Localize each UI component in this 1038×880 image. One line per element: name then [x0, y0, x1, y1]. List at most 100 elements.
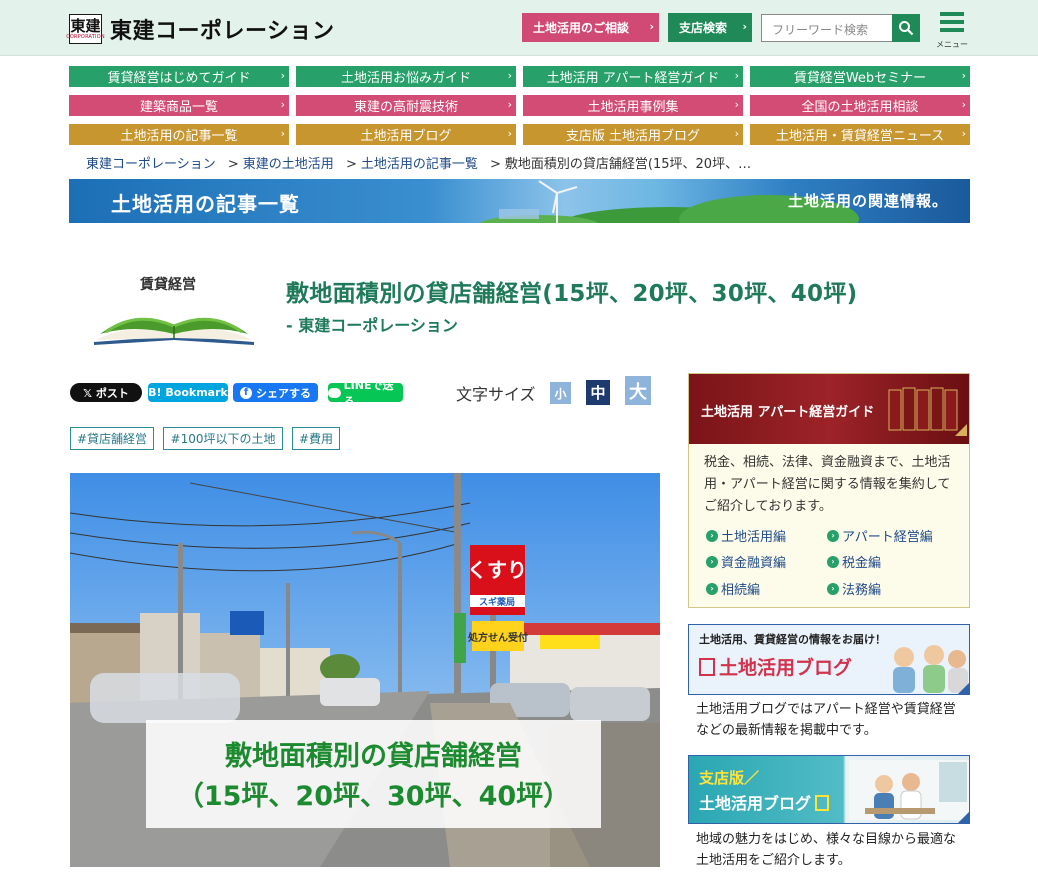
branch-blog-description: 地域の魅力をはじめ、様々な目線から最適な土地活用をご紹介します。: [696, 832, 957, 868]
nav-item-blog[interactable]: 土地活用ブログ ›: [296, 124, 516, 145]
breadcrumb-current: 敷地面積別の貸店舗経営(15坪、20坪、…: [504, 157, 752, 172]
chevron-right-icon: ›: [280, 98, 285, 111]
facebook-icon: f: [240, 386, 252, 399]
nav-label: 東建の高耐震技術: [353, 100, 458, 115]
arrow-right-icon: ›: [706, 582, 718, 595]
nav-item-land-guide[interactable]: 土地活用お悩みガイド ›: [296, 66, 516, 87]
nav-item-consultation[interactable]: 全国の土地活用相談 ›: [750, 95, 970, 116]
share-x-button[interactable]: 𝕏 ポスト: [70, 383, 142, 402]
breadcrumb-separator: >: [490, 157, 501, 172]
nav-label: 全国の土地活用相談: [801, 100, 919, 115]
branch-blog-banner[interactable]: 支店版／ 土地活用ブログ: [688, 755, 970, 824]
guide-link-inheritance[interactable]: › 相続編: [706, 579, 760, 598]
nav-label: 賃貸経営はじめてガイド: [107, 71, 251, 86]
search-button[interactable]: [892, 14, 920, 42]
arrow-right-icon: ›: [827, 529, 839, 542]
nav-item-seismic[interactable]: 東建の高耐震技術 ›: [296, 95, 516, 116]
apartment-guide-box: 土地活用 アパート経営ガイド 税金、相続、法律、資金融資まで、土地活用・アパート…: [688, 373, 970, 608]
nav-label: 土地活用の記事一覧: [120, 129, 238, 144]
arrow-right-icon: ›: [706, 555, 718, 568]
branch-blog-title-line1: 支店版／: [699, 769, 760, 787]
branch-blog-title-text: 土地活用ブログ: [699, 794, 812, 813]
nav-label: 土地活用事例集: [587, 100, 679, 115]
apartment-guide-banner[interactable]: 土地活用 アパート経営ガイド: [689, 374, 969, 444]
chevron-right-icon: ›: [649, 20, 654, 33]
menu-icon-bar: [940, 28, 964, 32]
font-size-medium-button[interactable]: 中: [586, 380, 610, 405]
breadcrumb-home[interactable]: 東建コーポレーション: [86, 157, 216, 172]
guide-link-label: 税金編: [842, 556, 882, 571]
logo-mark-sub: CORPORATION: [66, 33, 105, 40]
chevron-right-icon: ›: [734, 69, 739, 82]
guide-link-land-use[interactable]: › 土地活用編: [706, 526, 786, 545]
nav-item-rental-guide[interactable]: 賃貸経営はじめてガイド ›: [69, 66, 289, 87]
nav-item-branch-blog[interactable]: 支店版 土地活用ブログ ›: [523, 124, 743, 145]
tag-link[interactable]: #貸店舗経営: [70, 427, 154, 450]
nav-label: 土地活用ブログ: [360, 129, 452, 144]
arrow-right-icon: ›: [827, 555, 839, 568]
nav-item-apartment-guide[interactable]: 土地活用 アパート経営ガイド ›: [523, 66, 743, 87]
nav-label: 土地活用・賃貸経営ニュース: [775, 129, 945, 144]
menu-label: メニュー: [936, 40, 968, 49]
breadcrumb-land-use[interactable]: 東建の土地活用: [243, 157, 334, 172]
site-logo[interactable]: 東建 CORPORATION 東建コーポレーション: [66, 13, 335, 45]
font-size-small-button[interactable]: 小: [550, 382, 571, 404]
nav-label: 支店版 土地活用ブログ: [565, 129, 701, 144]
consult-button[interactable]: 土地活用のご相談 ›: [522, 13, 659, 42]
article-author[interactable]: - 東建コーポレーション: [286, 312, 458, 336]
arrow-right-icon: ›: [706, 529, 718, 542]
search-input[interactable]: フリーワード検索: [761, 14, 893, 42]
nav-label: 土地活用お悩みガイド: [340, 71, 471, 86]
banner-subtitle: 土地活用の関連情報。: [787, 192, 948, 210]
blog-banner-tagline: 土地活用、賃貸経営の情報をお届け！: [699, 633, 886, 646]
nav-item-articles[interactable]: 土地活用の記事一覧 ›: [69, 124, 289, 145]
chevron-right-icon: ›: [280, 127, 285, 140]
guide-link-financing[interactable]: › 資金融資編: [706, 552, 786, 571]
blog-title-text: 土地活用ブログ: [719, 657, 853, 679]
guide-link-tax[interactable]: › 税金編: [827, 552, 881, 571]
font-size-label: 文字サイズ: [456, 385, 536, 404]
consult-button-label: 土地活用のご相談: [533, 21, 630, 35]
breadcrumb-separator: >: [345, 157, 357, 172]
hero-image: くすり スギ薬局 処方せん受付 敷地面積別の貸店舗経営 （15坪、20坪、30坪…: [70, 473, 660, 867]
hero-sign-store: スギ薬局: [479, 596, 515, 608]
tag-link[interactable]: #費用: [292, 427, 340, 450]
breadcrumb-articles[interactable]: 土地活用の記事一覧: [361, 157, 478, 172]
nav-label: 賃貸経営Webセミナー: [793, 71, 927, 86]
share-facebook-button[interactable]: f シェアする: [233, 383, 318, 402]
hero-sign-drugstore: くすり: [467, 558, 527, 582]
chevron-right-icon: ›: [734, 127, 739, 140]
font-size-large-button[interactable]: 大: [625, 376, 651, 405]
menu-button[interactable]: メニュー: [934, 12, 970, 50]
share-hatena-button[interactable]: B! Bookmark: [148, 383, 228, 402]
breadcrumb-separator: >: [227, 157, 239, 172]
pencil-icon: [815, 795, 830, 811]
article-title: 敷地面積別の貸店舗経営(15坪、20坪、30坪、40坪): [286, 281, 858, 307]
share-line-button[interactable]: LINEで送る: [328, 379, 403, 408]
chevron-right-icon: ›: [961, 127, 966, 140]
chevron-right-icon: ›: [280, 69, 285, 82]
nav-item-case-studies[interactable]: 土地活用事例集 ›: [523, 95, 743, 116]
guide-link-legal[interactable]: › 法務編: [827, 579, 881, 598]
nav-item-web-seminar[interactable]: 賃貸経営Webセミナー ›: [750, 66, 970, 87]
blog-banner[interactable]: 土地活用、賃貸経営の情報をお届け！ 土地活用ブログ: [688, 624, 970, 695]
menu-icon: [940, 12, 964, 16]
nav-item-products[interactable]: 建築商品一覧 ›: [69, 95, 289, 116]
banner-title: 土地活用の記事一覧: [111, 192, 300, 216]
arrow-right-icon: ›: [827, 582, 839, 595]
blog-banner-title: 土地活用ブログ: [699, 653, 852, 680]
breadcrumb: 東建コーポレーション > 東建の土地活用 > 土地活用の記事一覧 > 敷地面積別の貸店…: [86, 153, 751, 172]
tag-link[interactable]: #100坪以下の土地: [163, 427, 283, 450]
hero-caption: 敷地面積別の貸店舗経営 （15坪、20坪、30坪、40坪）: [146, 720, 601, 828]
hero-caption-line1: 敷地面積別の貸店舗経営: [225, 741, 522, 772]
nav-item-news[interactable]: 土地活用・賃貸経営ニュース ›: [750, 124, 970, 145]
apartment-guide-description: 税金、相続、法律、資金融資まで、土地活用・アパート経営に関する情報を集約してご紹…: [704, 455, 951, 514]
chevron-right-icon: ›: [507, 127, 512, 140]
line-icon: [328, 387, 341, 398]
guide-link-label: 相続編: [721, 583, 761, 598]
guide-link-label: アパート経営編: [842, 530, 933, 545]
guide-link-apartment[interactable]: › アパート経営編: [827, 526, 933, 545]
chevron-right-icon: ›: [742, 20, 747, 33]
branch-search-button[interactable]: 支店検索 ›: [668, 13, 752, 42]
guide-link-label: 法務編: [842, 583, 882, 598]
